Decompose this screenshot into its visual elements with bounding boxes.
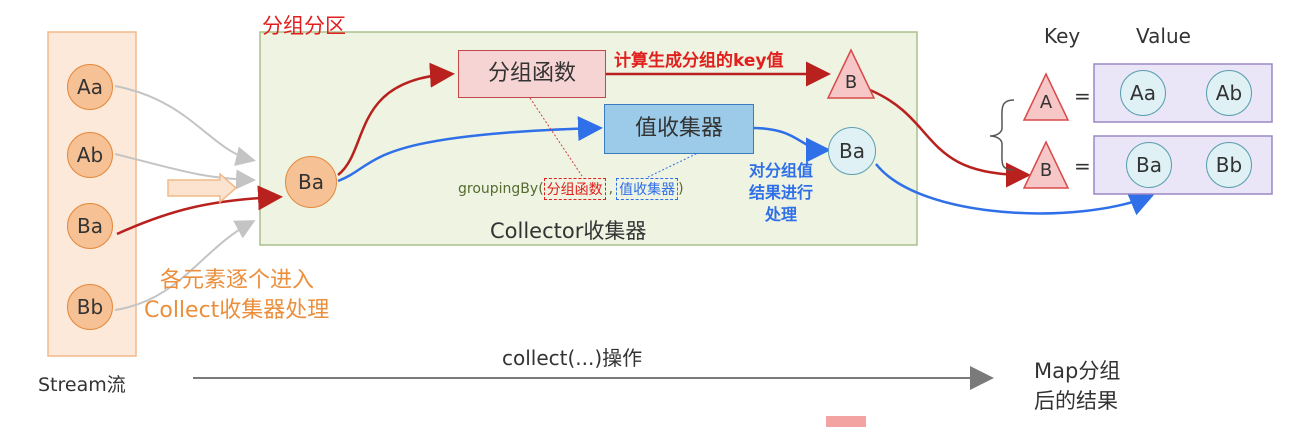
value-collector-caption-line3: 处理 [764,205,797,224]
grouping-by-expression: groupingBy( 分组函数 , 值收集器 ) [458,178,684,200]
stream-item-ab: Ab [67,132,113,178]
stream-item-aa: Aa [67,64,113,110]
collector-current-element: Ba [285,156,337,208]
map-result-label: Map分组 后的结果 [1034,356,1120,416]
stream-label: Stream流 [38,374,126,396]
block-arrow [167,172,238,204]
map-row-b-eq: = [1074,154,1091,178]
map-result-label-line2: 后的结果 [1034,389,1118,413]
grouping-by-arg-vc: 值收集器 [616,178,679,200]
map-row-a-value-2: Ab [1206,70,1252,116]
value-collector-caption-line2: 结果进行 [748,183,813,202]
stream-note-line1: 各元素逐个进入 [160,268,315,293]
map-row-a-key: A [1039,92,1053,113]
value-collector-caption-line1: 对分组值 [748,161,813,180]
stream-item-ba: Ba [67,203,113,249]
map-row-b-key: B [1039,160,1053,181]
map-result-label-line1: Map分组 [1034,359,1121,383]
arrow-ba [116,185,283,236]
map-row-b-value-1: Ba [1126,142,1172,188]
collector-name: Collector收集器 [490,219,647,243]
stream-note-line2: Collect收集器处理 [144,298,330,323]
map-row-a-value-1: Aa [1120,70,1166,116]
stream-note: 各元素逐个进入 Collect收集器处理 [144,266,329,326]
value-collector-caption: 对分组值 结果进行 处理 [736,160,826,226]
grouping-by-arg-fn: 分组函数 [543,178,606,200]
grouping-by-prefix: groupingBy( [458,181,544,197]
group-function-caption: 计算生成分组的key值 [614,51,784,71]
value-collector-box: 值收集器 [604,104,754,154]
collector-title: 分组分区 [262,14,346,38]
map-key-header: Key [1044,24,1081,48]
map-row-b-value-2: Bb [1206,142,1252,188]
value-result: Ba [828,127,876,175]
map-value-header: Value [1136,24,1191,48]
group-function-box: 分组函数 [458,50,606,98]
grouping-by-sep: , [608,181,614,197]
operation-label: collect(...)操作 [502,346,643,370]
key-result-label: B [844,72,858,93]
map-row-a-eq: = [1074,84,1091,108]
map-brace [989,99,1015,171]
stream-item-bb: Bb [67,284,113,330]
pink-artifact [826,416,866,427]
grouping-by-suffix: ) [678,181,684,197]
